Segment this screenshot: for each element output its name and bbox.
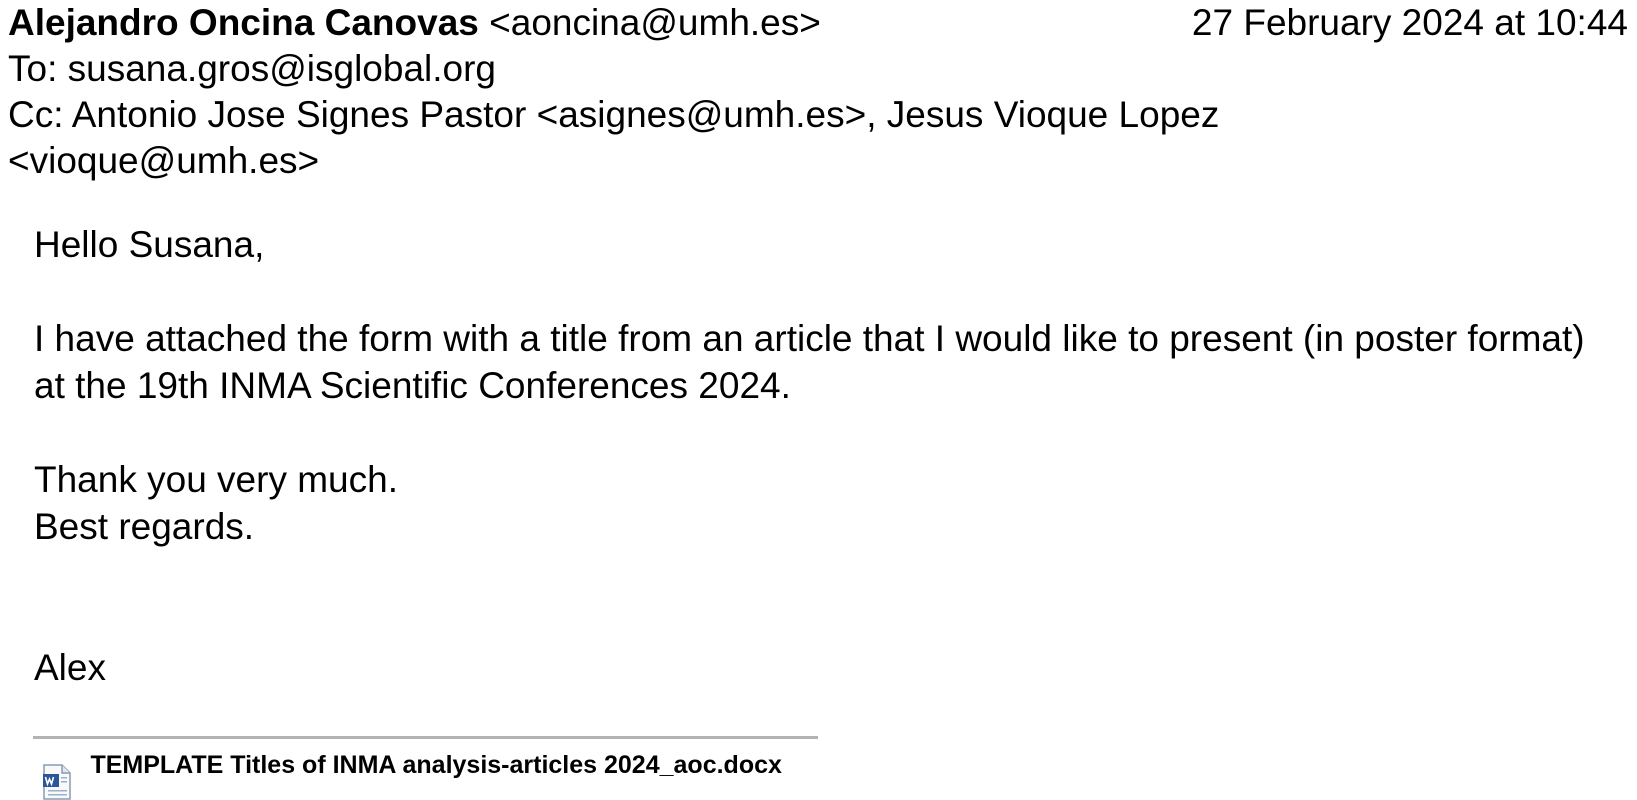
- email-body: Hello Susana, I have attached the form w…: [34, 221, 1614, 691]
- signature: Alex: [34, 647, 106, 688]
- closing-line: Best regards.: [34, 506, 255, 547]
- to-recipient[interactable]: susana.gros@isglobal.org: [68, 48, 496, 89]
- attachment[interactable]: TEMPLATE Titles of INMA analysis-article…: [42, 750, 782, 800]
- cc-recipients[interactable]: Antonio Jose Signes Pastor <asignes@umh.…: [8, 94, 1219, 181]
- to-row: To: susana.gros@isglobal.org: [8, 46, 1628, 92]
- signature-gap: [34, 550, 1614, 644]
- sent-date: 27 February 2024 at 10:44: [1191, 2, 1628, 43]
- sender-email[interactable]: <aoncina@umh.es>: [489, 2, 821, 43]
- greeting: Hello Susana,: [34, 224, 265, 265]
- attachment-divider: [33, 736, 818, 739]
- word-document-icon[interactable]: [42, 764, 72, 800]
- cc-row: Cc: Antonio Jose Signes Pastor <asignes@…: [8, 92, 1388, 184]
- to-label: To:: [8, 48, 58, 89]
- sender-row: Alejandro Oncina Canovas <aoncina@umh.es…: [8, 0, 1628, 46]
- cc-label: Cc:: [8, 94, 64, 135]
- message-paragraph: I have attached the form with a title fr…: [34, 318, 1585, 406]
- attachment-filename[interactable]: TEMPLATE Titles of INMA analysis-article…: [90, 750, 781, 780]
- sender-name[interactable]: Alejandro Oncina Canovas: [8, 2, 479, 43]
- thanks-line: Thank you very much.: [34, 459, 398, 500]
- email-header: Alejandro Oncina Canovas <aoncina@umh.es…: [8, 0, 1628, 184]
